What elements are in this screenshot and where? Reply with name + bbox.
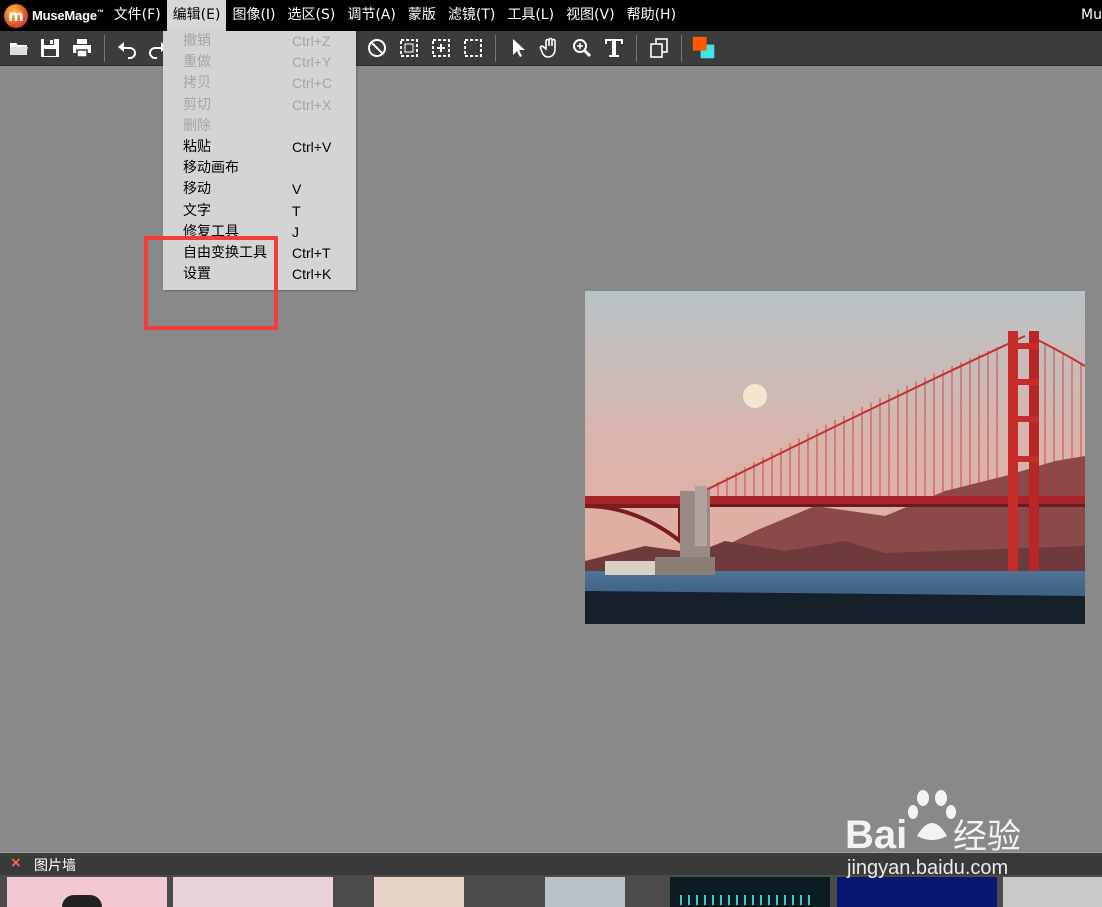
app-logo: m MuseMage™ (4, 3, 104, 28)
thumbnail[interactable] (173, 877, 333, 907)
edit-menu-item-label: 撤销 (183, 33, 211, 49)
edit-menu-item-label: 剪切 (183, 96, 211, 113)
edit-menu-item[interactable]: 撤销 Ctrl+Z (163, 31, 356, 52)
deselect-icon[interactable] (365, 36, 389, 60)
close-icon[interactable]: × (10, 855, 22, 871)
toolbar-separator (104, 35, 105, 62)
edit-menu-item-shortcut: Ctrl+T (292, 245, 331, 261)
color-swatch-icon[interactable] (692, 36, 716, 60)
menu-bar: m MuseMage™ 文件(F) 编辑(E) 图像(I) 选区(S) 调节(A… (0, 0, 1102, 31)
edit-menu-item[interactable]: 移动画布 (163, 158, 356, 179)
edit-menu-item[interactable]: 重做 Ctrl+Y (163, 52, 356, 73)
annotation-highlight-box (144, 236, 278, 330)
menu-edit[interactable]: 编辑(E) (166, 0, 227, 31)
redo-icon[interactable] (146, 36, 163, 60)
menu-view[interactable]: 视图(V) (560, 0, 621, 31)
edit-menu-item-label: 粘贴 (183, 139, 211, 155)
menu-adjust[interactable]: 调节(A) (341, 0, 402, 31)
svg-text:Bai: Bai (845, 813, 907, 857)
edit-menu-item-label: 移动画布 (183, 160, 239, 177)
menu-filter[interactable]: 滤镜(T) (442, 0, 501, 31)
hand-icon[interactable] (538, 36, 562, 60)
menu-mask[interactable]: 蒙版 (402, 0, 442, 31)
window-title: Mu (1081, 7, 1102, 23)
menu-image[interactable]: 图像(I) (226, 0, 281, 31)
thumbnail[interactable] (7, 877, 167, 907)
svg-text:经验: 经验 (953, 817, 1021, 857)
menu-file[interactable]: 文件(F) (108, 0, 167, 31)
baidu-jingyan-watermark: Bai 经验 jingyan.baidu.com (845, 788, 1045, 880)
toolbar-separator (636, 35, 637, 62)
edit-menu-item-shortcut: T (292, 202, 301, 219)
edit-menu-item-label: 拷贝 (183, 75, 211, 92)
layers-icon[interactable] (647, 36, 671, 60)
edit-menu-item-label: 文字 (183, 202, 211, 219)
edit-menu-item-shortcut: Ctrl+K (292, 266, 332, 283)
app-name: MuseMage™ (32, 8, 104, 23)
print-icon[interactable] (70, 36, 94, 60)
thumbnail[interactable] (545, 877, 625, 907)
thumbnail[interactable] (670, 877, 830, 907)
edit-menu-item-shortcut: Ctrl+Z (292, 33, 331, 49)
edit-menu-item-shortcut: Ctrl+X (292, 96, 332, 113)
menu-select[interactable]: 选区(S) (282, 0, 342, 31)
musemage-logo-icon: m (4, 3, 28, 28)
toolbar-separator (681, 35, 682, 62)
edit-menu-item-label: 删除 (183, 117, 211, 134)
edit-menu-item-shortcut: Ctrl+C (292, 75, 333, 92)
edit-menu-item-shortcut: Ctrl+V (292, 139, 332, 155)
zoom-icon[interactable] (570, 36, 594, 60)
center-select-icon[interactable] (429, 36, 453, 60)
panel-title: 图片墙 (34, 858, 76, 874)
pointer-icon[interactable] (506, 36, 530, 60)
marquee-icon[interactable] (397, 36, 421, 60)
dashed-select-icon[interactable] (461, 36, 485, 60)
bridge-photo (585, 291, 1085, 624)
undo-icon[interactable] (115, 36, 139, 60)
save-icon[interactable] (38, 36, 62, 60)
thumbnail[interactable] (1003, 877, 1102, 907)
edit-menu-item[interactable]: 拷贝 Ctrl+C (163, 73, 356, 94)
svg-text:jingyan.baidu.com: jingyan.baidu.com (846, 857, 1008, 879)
edit-menu-item[interactable]: 删除 (163, 116, 356, 137)
menu-help[interactable]: 帮助(H) (621, 0, 682, 31)
edit-menu-item-shortcut: V (292, 181, 302, 198)
edit-menu-item[interactable]: 剪切 Ctrl+X (163, 95, 356, 116)
folder-open-icon[interactable] (7, 36, 31, 60)
edit-menu-item-label: 重做 (183, 54, 211, 71)
edit-menu-item[interactable]: 粘贴 Ctrl+V (163, 137, 356, 158)
edit-menu-item-shortcut: J (292, 223, 299, 240)
menu-tools[interactable]: 工具(L) (501, 0, 560, 31)
thumbnail[interactable] (837, 877, 997, 907)
edit-menu-item-label: 移动 (183, 181, 211, 198)
thumbnail[interactable] (374, 877, 464, 907)
toolbar-separator (495, 35, 496, 62)
edit-menu-item-shortcut: Ctrl+Y (292, 54, 332, 71)
edit-menu-item[interactable]: 文字 T (163, 201, 356, 222)
text-tool-icon[interactable] (602, 36, 626, 60)
canvas-image[interactable] (585, 291, 1085, 624)
edit-menu-item[interactable]: 移动 V (163, 179, 356, 200)
